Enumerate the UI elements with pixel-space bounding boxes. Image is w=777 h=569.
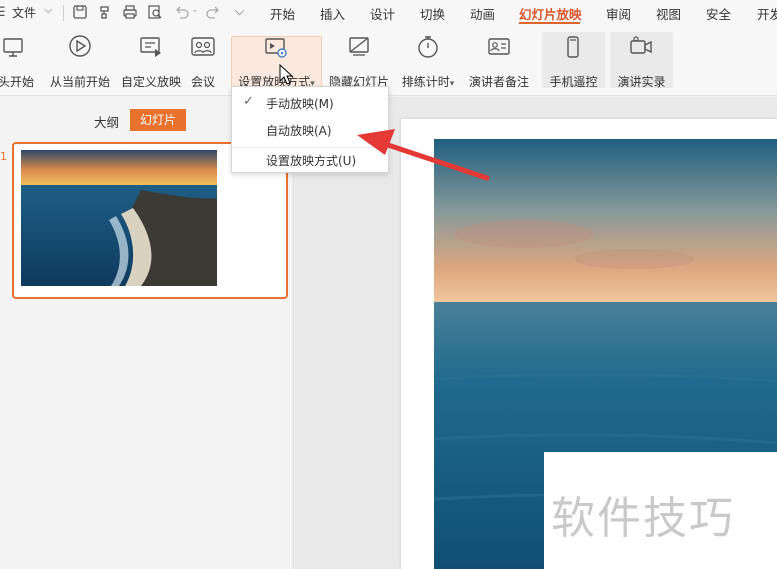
speaker-notes-icon [486,34,512,60]
record-label: 演讲实录 [617,75,666,89]
setup-show-button[interactable]: 设置放映方式▾ [231,35,322,89]
tab-animations[interactable]: 动画 [470,4,495,23]
thumbnail-image [21,150,217,286]
rehearse-timing-button[interactable]: 排练计时▾ [396,32,460,89]
print-icon[interactable] [121,3,139,21]
record-button[interactable]: 演讲实录 [610,32,673,89]
print-preview-icon[interactable] [146,3,164,21]
chevron-down-icon[interactable]: ⌵ [44,3,52,17]
check-icon: ✓ [243,94,254,109]
meeting-label: 会议 [190,75,215,89]
menu-item-manual-show[interactable]: ✓ 手动放映(M) [232,91,388,115]
watermark-box: 软件技巧 [544,452,777,569]
custom-show-label: 自定义放映 [120,75,181,89]
hide-slide-icon [346,34,372,60]
speaker-notes-label: 演讲者备注 [468,75,529,89]
record-icon [628,34,654,60]
menu-item-label: 手动放映(M) [266,97,334,111]
menu-item-label: 设置放映方式(U) [266,154,357,168]
watermark-text: 软件技巧 [551,493,735,544]
phone-remote-label: 手机遥控 [549,75,598,89]
format-painter-icon[interactable] [96,3,114,21]
tab-home[interactable]: 开始 [270,4,295,23]
menu-item-auto-show[interactable]: 自动放映(A) [232,118,388,142]
phone-remote-icon [560,34,586,60]
stopwatch-icon [415,34,441,60]
tab-review[interactable]: 审阅 [606,4,631,23]
menu-bar: ☰ 文件 ⌵ ⌄ ⌵ 开始 插入 设计 切换 动画 幻灯片放映 审阅 视图 安全… [0,0,777,26]
meeting-icon [190,34,216,60]
speaker-notes-button[interactable]: 演讲者备注 [466,32,532,89]
rehearse-timing-label: 排练计时▾ [401,75,455,89]
active-tab-indicator [519,22,580,24]
tab-developer[interactable]: 开发 [757,4,777,23]
setup-show-icon [263,35,289,61]
tab-design[interactable]: 设计 [370,4,395,23]
slide-number: 1 [0,150,7,163]
tab-slides[interactable]: 幻灯片 [130,109,186,131]
save-icon[interactable] [71,3,89,21]
redo-icon[interactable] [204,3,222,21]
play-from-start-button[interactable]: 头开始 [0,32,38,89]
play-current-button[interactable]: 从当前开始 [47,32,113,89]
customize-toolbar-icon[interactable]: ⌵ [235,4,244,19]
play-current-icon [67,34,93,60]
hide-slide-button[interactable]: 隐藏幻灯片 [326,32,392,89]
custom-show-icon [138,34,164,60]
tab-view[interactable]: 视图 [656,4,681,23]
phone-remote-button[interactable]: 手机遥控 [542,32,605,89]
tab-transitions[interactable]: 切换 [420,4,445,23]
custom-show-button[interactable]: 自定义放映 [118,32,184,89]
play-from-start-icon [0,34,26,60]
tab-insert[interactable]: 插入 [320,4,345,23]
menu-icon[interactable]: ☰ [0,5,6,20]
divider [63,5,64,21]
setup-show-dropdown: ✓ 手动放映(M) 自动放映(A) 设置放映方式(U) [231,86,389,173]
tab-slideshow[interactable]: 幻灯片放映 [519,4,582,23]
tab-security[interactable]: 安全 [706,4,731,23]
file-menu[interactable]: 文件 [12,4,36,21]
menu-item-setup-show[interactable]: 设置放映方式(U) [232,148,388,172]
undo-icon[interactable] [173,3,191,21]
play-from-start-label: 头开始 [0,75,35,89]
play-current-label: 从当前开始 [49,75,110,89]
meeting-button[interactable]: 会议 [187,32,219,89]
chevron-down-icon[interactable]: ⌄ [191,5,199,15]
tab-outline[interactable]: 大纲 [94,112,119,131]
mouse-cursor-icon [279,63,294,86]
menu-item-label: 自动放映(A) [266,124,332,138]
